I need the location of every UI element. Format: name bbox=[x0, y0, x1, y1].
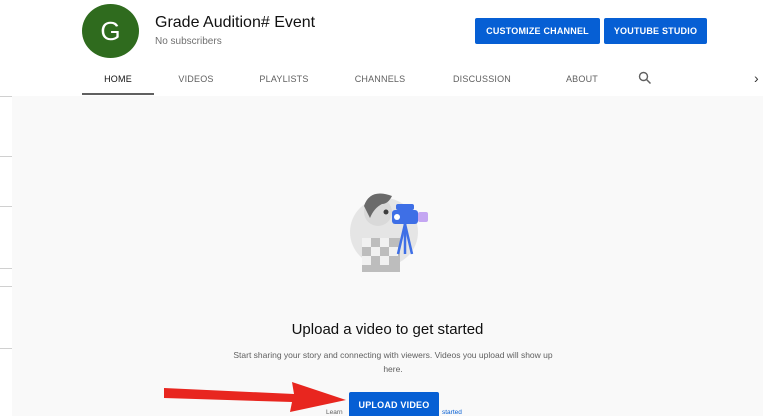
search-icon[interactable] bbox=[638, 71, 652, 85]
sidebar-divider bbox=[0, 286, 12, 287]
sidebar-edge bbox=[0, 0, 12, 416]
red-arrow-annotation bbox=[164, 382, 346, 412]
channel-header: G Grade Audition# Event No subscribers C… bbox=[12, 0, 763, 96]
youtube-studio-button[interactable]: YOUTUBE STUDIO bbox=[604, 18, 707, 44]
tab-home[interactable]: HOME bbox=[82, 64, 154, 94]
tab-videos[interactable]: VIDEOS bbox=[164, 64, 228, 94]
sidebar-divider bbox=[0, 156, 12, 157]
tab-channels[interactable]: CHANNELS bbox=[342, 64, 418, 94]
channel-avatar[interactable]: G bbox=[82, 4, 139, 58]
subscriber-count: No subscribers bbox=[155, 36, 222, 47]
empty-state-title: Upload a video to get started bbox=[291, 321, 484, 338]
empty-state-description: Start sharing your story and connecting … bbox=[233, 350, 553, 374]
get-started-link[interactable]: started bbox=[442, 409, 462, 416]
channel-tabs: HOME VIDEOS PLAYLISTS CHANNELS DISCUSSIO… bbox=[82, 64, 763, 96]
tab-discussion[interactable]: DISCUSSION bbox=[440, 64, 524, 94]
sidebar-divider bbox=[0, 268, 12, 269]
channel-name: Grade Audition# Event bbox=[155, 14, 316, 31]
active-tab-indicator bbox=[82, 93, 154, 95]
tab-about[interactable]: ABOUT bbox=[552, 64, 612, 94]
upload-video-button[interactable]: UPLOAD VIDEO bbox=[349, 392, 439, 416]
tab-playlists[interactable]: PLAYLISTS bbox=[246, 64, 322, 94]
youtube-channel-page: G Grade Audition# Event No subscribers C… bbox=[0, 0, 763, 416]
camera-person-illustration bbox=[350, 193, 428, 272]
sidebar-divider bbox=[0, 96, 12, 97]
chevron-right-icon[interactable]: › bbox=[754, 70, 759, 86]
sidebar-divider bbox=[0, 206, 12, 207]
customize-channel-button[interactable]: CUSTOMIZE CHANNEL bbox=[475, 18, 600, 44]
empty-state-area: Upload a video to get started Start shar… bbox=[12, 96, 763, 416]
sidebar-divider bbox=[0, 348, 12, 349]
